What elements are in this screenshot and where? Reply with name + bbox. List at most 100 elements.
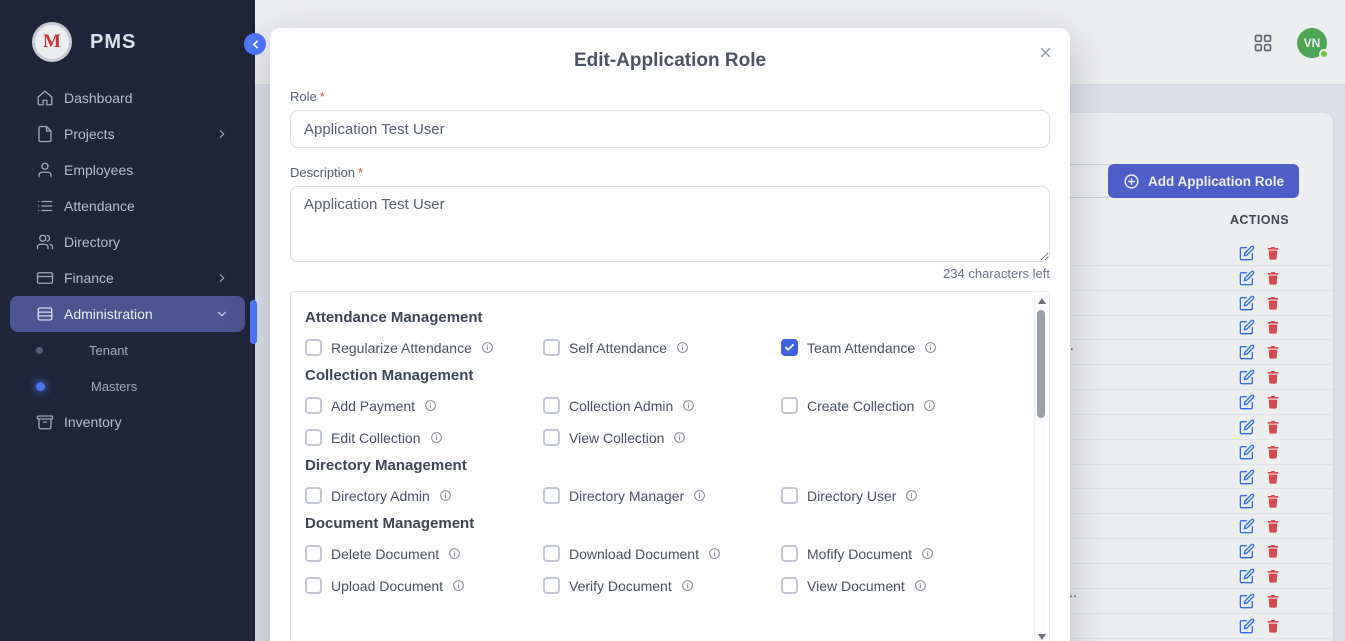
permission-label: Mofify Document — [807, 546, 912, 562]
checkbox-icon[interactable] — [543, 397, 560, 414]
role-input[interactable] — [290, 110, 1050, 148]
info-icon[interactable] — [681, 579, 694, 592]
scroll-up-icon[interactable] — [1038, 298, 1046, 304]
checkbox-icon[interactable] — [305, 487, 322, 504]
permission-item-mofify-document[interactable]: Mofify Document — [781, 545, 1019, 562]
info-icon — [452, 579, 465, 592]
permission-item-add-payment[interactable]: Add Payment — [305, 397, 543, 414]
permission-label: View Collection — [569, 430, 664, 446]
sidebar-collapse-button[interactable] — [244, 33, 266, 55]
info-icon[interactable] — [448, 547, 461, 560]
checkbox-icon[interactable] — [543, 487, 560, 504]
info-icon[interactable] — [914, 579, 927, 592]
permission-item-directory-admin[interactable]: Directory Admin — [305, 487, 543, 504]
checkbox-icon[interactable] — [781, 487, 798, 504]
scroll-down-icon[interactable] — [1038, 634, 1046, 640]
modal-title: Edit-Application Role — [290, 50, 1050, 72]
permission-item-team-attendance[interactable]: Team Attendance — [781, 339, 1019, 356]
permission-label: Create Collection — [807, 398, 914, 414]
role-field-label: Role* — [290, 89, 1050, 104]
info-icon — [693, 489, 706, 502]
permission-label: Upload Document — [331, 578, 443, 594]
info-icon[interactable] — [921, 547, 934, 560]
info-icon — [673, 431, 686, 444]
info-icon[interactable] — [924, 341, 937, 354]
permission-item-verify-document[interactable]: Verify Document — [543, 577, 781, 594]
checkbox-icon[interactable] — [781, 397, 798, 414]
description-textarea[interactable]: Application Test User — [290, 186, 1050, 262]
info-icon — [439, 489, 452, 502]
permission-item-self-attendance[interactable]: Self Attendance — [543, 339, 781, 356]
info-icon[interactable] — [452, 579, 465, 592]
edit-application-role-modal: × Edit-Application Role Role* Descriptio… — [270, 28, 1070, 641]
required-asterisk: * — [358, 165, 363, 180]
info-icon — [430, 431, 443, 444]
info-icon — [921, 547, 934, 560]
permission-item-delete-document[interactable]: Delete Document — [305, 545, 543, 562]
info-icon[interactable] — [424, 399, 437, 412]
info-icon — [923, 399, 936, 412]
permission-label: Collection Admin — [569, 398, 673, 414]
characters-left-counter: 234 characters left — [290, 266, 1050, 281]
scrollbar[interactable] — [1034, 294, 1047, 641]
permission-grid: Regularize Attendance Self Attendance Team… — [305, 339, 1019, 356]
permission-item-collection-admin[interactable]: Collection Admin — [543, 397, 781, 414]
info-icon — [681, 579, 694, 592]
permission-label: Verify Document — [569, 578, 672, 594]
info-icon[interactable] — [682, 399, 695, 412]
checkbox-icon[interactable] — [305, 339, 322, 356]
info-icon[interactable] — [439, 489, 452, 502]
permission-item-directory-user[interactable]: Directory User — [781, 487, 1019, 504]
info-icon — [924, 341, 937, 354]
info-icon[interactable] — [673, 431, 686, 444]
permission-grid: Directory Admin Directory Manager Director… — [305, 487, 1019, 504]
permission-item-regularize-attendance[interactable]: Regularize Attendance — [305, 339, 543, 356]
permission-item-edit-collection[interactable]: Edit Collection — [305, 429, 543, 446]
permission-item-create-collection[interactable]: Create Collection — [781, 397, 1019, 414]
info-icon — [448, 547, 461, 560]
permission-item-download-document[interactable]: Download Document — [543, 545, 781, 562]
checkbox-icon[interactable] — [305, 429, 322, 446]
info-icon[interactable] — [923, 399, 936, 412]
permission-label: Regularize Attendance — [331, 340, 472, 356]
info-icon — [424, 399, 437, 412]
permission-grid: Delete Document Download Document Mofify D… — [305, 545, 1019, 594]
checkbox-icon[interactable] — [543, 545, 560, 562]
close-icon[interactable]: × — [1035, 38, 1056, 68]
permission-label: Directory Manager — [569, 488, 684, 504]
info-icon — [676, 341, 689, 354]
checkbox-icon[interactable] — [781, 577, 798, 594]
checkbox-icon[interactable] — [305, 577, 322, 594]
scrollbar-thumb[interactable] — [1037, 310, 1045, 418]
info-icon[interactable] — [430, 431, 443, 444]
permission-label: View Document — [807, 578, 905, 594]
checkbox-icon[interactable] — [305, 397, 322, 414]
chevron-left-icon — [249, 38, 262, 51]
info-icon[interactable] — [481, 341, 494, 354]
permission-label: Self Attendance — [569, 340, 667, 356]
checkbox-icon[interactable] — [543, 429, 560, 446]
info-icon — [905, 489, 918, 502]
description-field-label: Description* — [290, 165, 1050, 180]
info-icon[interactable] — [676, 341, 689, 354]
permission-label: Download Document — [569, 546, 699, 562]
info-icon — [914, 579, 927, 592]
permission-label: Delete Document — [331, 546, 439, 562]
permission-item-upload-document[interactable]: Upload Document — [305, 577, 543, 594]
info-icon[interactable] — [905, 489, 918, 502]
info-icon[interactable] — [693, 489, 706, 502]
permission-section-title: Document Management — [305, 515, 1019, 532]
info-icon[interactable] — [708, 547, 721, 560]
permission-item-view-document[interactable]: View Document — [781, 577, 1019, 594]
permission-item-directory-manager[interactable]: Directory Manager — [543, 487, 781, 504]
active-route-indicator — [250, 300, 257, 344]
permission-item-view-collection[interactable]: View Collection — [543, 429, 781, 446]
permissions-panel: Attendance ManagementRegularize Attendan… — [290, 291, 1050, 641]
permission-section-title: Directory Management — [305, 457, 1019, 474]
checkbox-icon[interactable] — [781, 545, 798, 562]
checkbox-icon[interactable] — [543, 339, 560, 356]
checkbox-icon[interactable] — [305, 545, 322, 562]
info-icon — [708, 547, 721, 560]
checkbox-icon[interactable] — [781, 339, 798, 356]
checkbox-icon[interactable] — [543, 577, 560, 594]
